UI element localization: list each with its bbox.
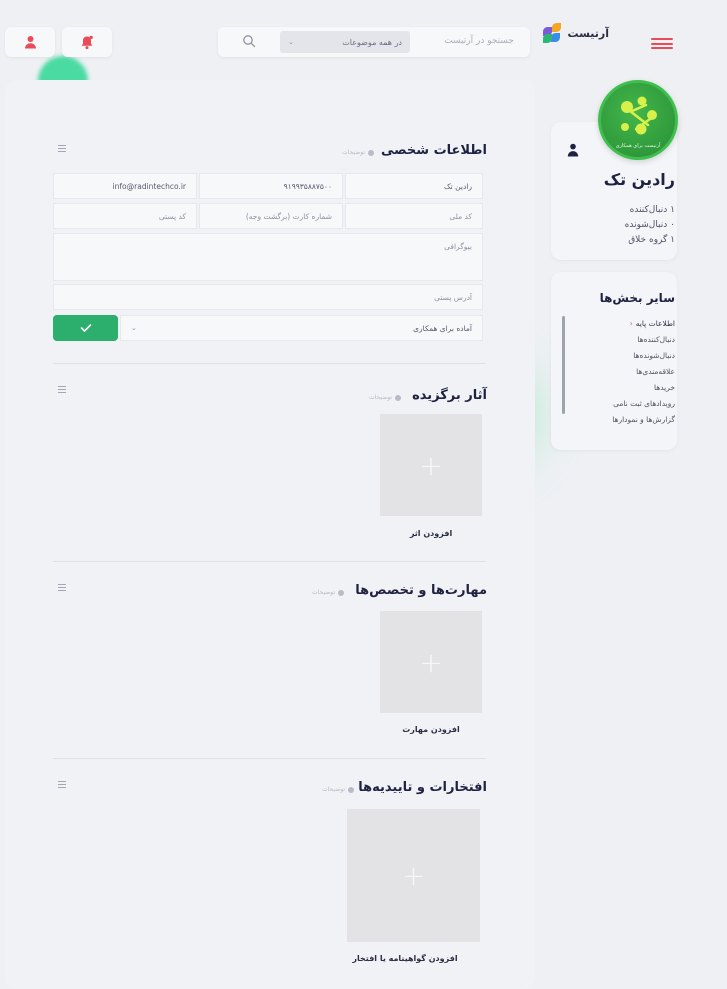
card-number-field[interactable]: شماره کارت (برگشت وجه) [199, 203, 343, 229]
company-logo-icon: آرتیست برای همکاری [616, 96, 661, 149]
top-header: آرتیست جستجو در آرتیست در همه موضوعات ⌄ [0, 0, 727, 70]
confirm-button[interactable] [53, 315, 118, 341]
section-title-personal: اطلاعات شخصی [380, 143, 487, 158]
brand-name: آرتیست [567, 26, 609, 40]
info-icon [395, 394, 401, 401]
check-icon [80, 324, 91, 332]
info-icon [368, 149, 374, 156]
sidebar-item-purchases[interactable]: خریدها [654, 383, 675, 392]
section-title-skills: مهارت‌ها و تخصص‌ها [355, 583, 487, 598]
divider [53, 363, 486, 364]
brand-logo[interactable]: آرتیست [541, 22, 609, 44]
search-bar: جستجو در آرتیست در همه موضوعات ⌄ [218, 27, 530, 57]
sidebar-item-reports[interactable]: گزارش‌ها و نمودارها [612, 415, 675, 424]
add-work-card[interactable]: + [380, 414, 482, 516]
sidebar-item-basic-info[interactable]: اطلاعات پایه [630, 319, 675, 328]
plus-icon: + [419, 645, 443, 679]
phone-field[interactable]: ۹۱۹۹۳۵۸۸۷۵۰۰ [199, 173, 343, 199]
user-menu-button[interactable] [5, 27, 55, 57]
grip-lines-icon[interactable] [58, 584, 66, 591]
add-work-label[interactable]: افزودن اثر [380, 529, 482, 538]
plus-icon: + [401, 859, 426, 892]
cooperation-label: آماده برای همکاری [413, 323, 472, 333]
section-note: توضیحات [369, 394, 404, 401]
national-code-field[interactable]: کد ملی [345, 203, 483, 229]
section-note: توضیحات [322, 786, 357, 793]
other-sections-title: سایر بخش‌ها [599, 291, 675, 305]
user-icon [567, 143, 579, 157]
grip-lines-icon[interactable] [58, 145, 66, 152]
add-honor-label[interactable]: افزودن گواهینامه یا افتخار [330, 954, 480, 963]
sidebar-item-interests[interactable]: علاقه‌مندی‌ها [636, 367, 675, 376]
cooperation-select[interactable]: آماده برای همکاری ⌄ [120, 315, 483, 341]
sidebar-item-followers[interactable]: دنبال‌کننده‌ها [637, 335, 675, 344]
plus-icon: + [419, 448, 443, 482]
notifications-button[interactable] [62, 27, 112, 57]
profile-name: رادین تک [603, 170, 675, 189]
section-title-works: آثار برگزیده [412, 388, 487, 403]
user-icon [24, 36, 36, 49]
bio-field[interactable]: بیوگرافی [53, 233, 483, 281]
add-skill-card[interactable]: + [380, 611, 482, 713]
hamburger-menu-icon[interactable] [651, 38, 673, 49]
followers-count[interactable]: ۱ دنبال‌کننده [630, 205, 675, 215]
groups-count[interactable]: ۱ گروه خلاق [628, 235, 675, 245]
category-select[interactable]: در همه موضوعات ⌄ [280, 31, 410, 53]
sidebar-item-following[interactable]: دنبال‌شونده‌ها [633, 351, 675, 360]
chevron-down-icon: ⌄ [131, 324, 137, 332]
sections-scrollbar[interactable] [562, 316, 565, 414]
address-field[interactable]: آدرس پستی [53, 284, 483, 310]
following-count[interactable]: ۰ دنبال‌شونده [625, 220, 675, 230]
category-label: در همه موضوعات [342, 37, 402, 47]
grip-lines-icon[interactable] [58, 781, 66, 788]
add-honor-card[interactable]: + [347, 809, 480, 942]
info-icon [348, 786, 354, 793]
info-icon [338, 589, 344, 596]
section-note: توضیحات [342, 149, 377, 156]
postal-code-field[interactable]: کد پستی [53, 203, 197, 229]
search-icon[interactable] [242, 34, 256, 48]
divider [53, 758, 486, 759]
brand-mark-icon [541, 22, 563, 44]
add-skill-label[interactable]: افزودن مهارت [380, 725, 482, 734]
chevron-down-icon: ⌄ [288, 38, 294, 46]
sidebar-item-registered-events[interactable]: رویدادهای ثبت نامی [613, 399, 675, 408]
bell-icon [81, 35, 93, 49]
name-field[interactable]: رادین تک [345, 173, 483, 199]
email-field[interactable]: info@radintechco.ir [53, 173, 197, 199]
section-note: توضیحات [312, 589, 347, 596]
profile-avatar[interactable]: آرتیست برای همکاری [598, 80, 678, 160]
logo-caption: آرتیست برای همکاری [616, 142, 661, 149]
divider [53, 561, 486, 562]
section-title-honors: افتخارات و تاییدیه‌ها [358, 780, 487, 795]
grip-lines-icon[interactable] [58, 386, 66, 393]
search-input[interactable]: جستجو در آرتیست [444, 36, 514, 46]
